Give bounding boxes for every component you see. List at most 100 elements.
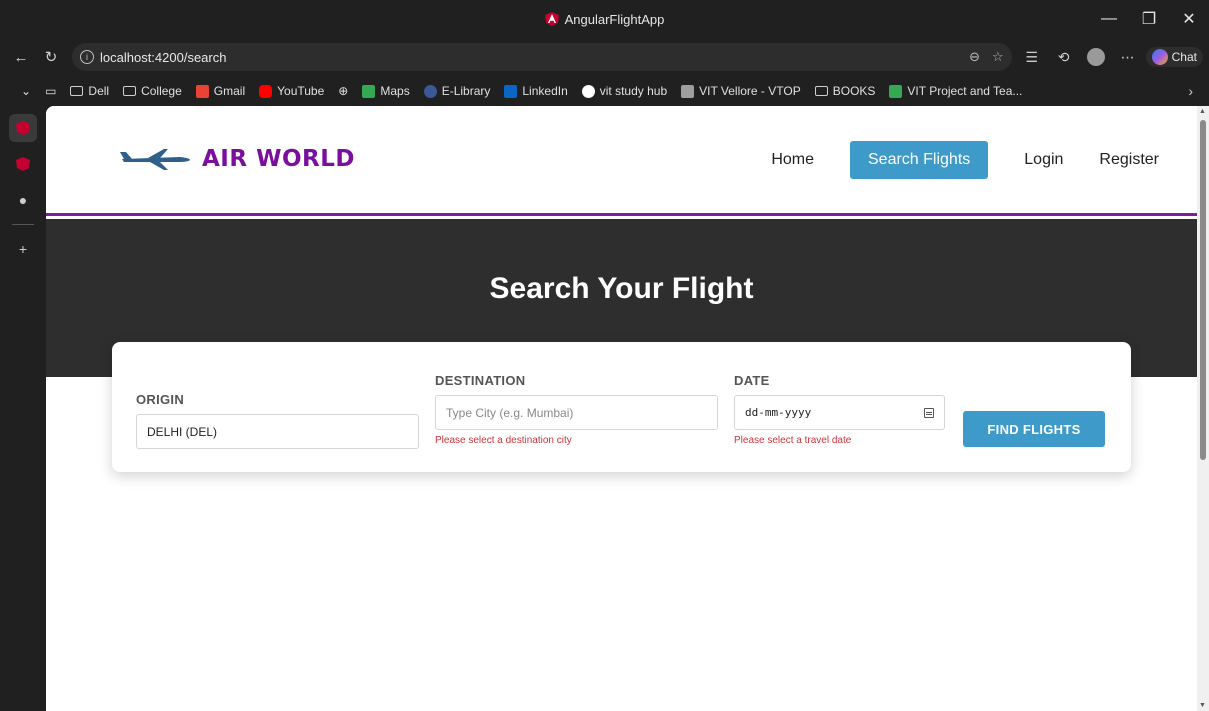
page-viewport: AIR WORLD Home Search Flights Login Regi… <box>46 106 1197 711</box>
youtube-icon <box>259 84 273 98</box>
bookmark-label: Gmail <box>213 84 246 98</box>
bookmark-label: vit study hub <box>599 84 668 98</box>
page-title: Search Your Flight <box>489 272 754 305</box>
bookmark-vtop[interactable]: VIT Vellore - VTOP <box>674 78 808 104</box>
globe-icon: ⊕ <box>338 84 349 98</box>
study-hub-icon <box>581 84 595 98</box>
github-icon: ● <box>18 192 28 208</box>
page-scrollbar[interactable]: ▲ ▼ <box>1197 106 1209 711</box>
chevron-right-icon[interactable]: › <box>1188 83 1193 99</box>
scroll-down-icon[interactable]: ▼ <box>1199 702 1206 709</box>
linkedin-icon <box>504 84 518 98</box>
vertical-tabs-sidebar: ● + <box>0 106 46 711</box>
new-tab-icon[interactable]: + <box>9 235 37 263</box>
bookmark-gmail[interactable]: Gmail <box>189 78 252 104</box>
workspaces-icon[interactable]: ▭ <box>38 78 63 104</box>
minimize-button[interactable]: — <box>1089 0 1129 38</box>
address-row: ← ↻ i localhost:4200/search ⊖ ☆ ☰ ⟲ ⋯ Ch… <box>0 38 1209 76</box>
bookmark-dell[interactable]: Dell <box>63 78 116 104</box>
bookmark-books[interactable]: BOOKS <box>808 78 883 104</box>
zoom-icon[interactable]: ⊖ <box>969 49 980 65</box>
date-label: DATE <box>734 373 770 388</box>
back-icon[interactable]: ← <box>6 42 36 72</box>
address-bar-actions: ⊖ ☆ <box>969 49 1004 65</box>
refresh-icon[interactable]: ↻ <box>36 42 66 72</box>
bookmark-label: YouTube <box>277 84 325 98</box>
window-title-text: AngularFlightApp <box>564 11 665 27</box>
origin-label: ORIGIN <box>136 392 185 407</box>
favorite-star-icon[interactable]: ☆ <box>992 49 1004 65</box>
date-placeholder: dd-mm-yyyy <box>745 406 812 419</box>
more-icon[interactable]: ⋯ <box>1114 43 1142 71</box>
bookmark-label: College <box>141 84 182 98</box>
folder-icon <box>814 86 828 96</box>
tab-actions-icon[interactable]: ⌄ <box>14 78 38 104</box>
bookmark-elibrary[interactable]: E-Library <box>417 78 498 104</box>
destination-label: DESTINATION <box>435 373 526 388</box>
address-bar[interactable]: i localhost:4200/search ⊖ ☆ <box>72 43 1012 71</box>
calendar-icon[interactable] <box>924 407 934 418</box>
folder-icon <box>123 86 137 96</box>
bookmark-globe[interactable]: ⊕ <box>331 78 355 104</box>
origin-input[interactable]: DELHI (DEL) <box>136 414 419 449</box>
search-form-card: ORIGIN DELHI (DEL) DESTINATION Type City… <box>112 342 1131 472</box>
nav-login[interactable]: Login <box>1006 141 1081 179</box>
tab-angular-app[interactable] <box>9 114 37 142</box>
bookmark-vit-study-hub[interactable]: vit study hub <box>575 78 674 104</box>
date-error: Please select a travel date <box>734 435 852 446</box>
site-info-icon[interactable]: i <box>80 50 94 64</box>
bookmark-youtube[interactable]: YouTube <box>252 78 331 104</box>
angular-tab-icon <box>16 157 30 171</box>
bookmark-label: BOOKS <box>832 84 876 98</box>
scroll-up-icon[interactable]: ▲ <box>1199 108 1206 115</box>
maps-icon <box>362 84 376 98</box>
bookmark-label: LinkedIn <box>522 84 568 98</box>
bookmark-label: VIT Project and Tea... <box>907 84 1023 98</box>
gmail-icon <box>195 84 209 98</box>
close-button[interactable]: ✕ <box>1169 0 1209 38</box>
bookmark-label: E-Library <box>441 84 491 98</box>
main-nav: Home Search Flights Login Register <box>753 141 1177 179</box>
window-controls: — ❐ ✕ <box>1089 0 1209 38</box>
bookmark-vit-project[interactable]: VIT Project and Tea... <box>882 78 1029 104</box>
date-field: DATE dd-mm-yyyy Please select a travel d… <box>734 373 945 446</box>
bookmark-linkedin[interactable]: LinkedIn <box>497 78 574 104</box>
favorites-icon[interactable]: ☰ <box>1018 43 1046 71</box>
browser-window: AngularFlightApp — ❐ ✕ ← ↻ i localhost:4… <box>0 0 1209 711</box>
destination-error: Please select a destination city <box>435 435 572 446</box>
copilot-icon <box>1151 49 1168 65</box>
date-input[interactable]: dd-mm-yyyy <box>734 395 945 430</box>
elibrary-icon <box>423 84 437 98</box>
sheets-icon <box>889 84 903 98</box>
nav-search-flights[interactable]: Search Flights <box>850 141 989 179</box>
tab-angular-app-2[interactable] <box>9 150 37 178</box>
avatar <box>1086 48 1105 66</box>
find-flights-button[interactable]: FIND FLIGHTS <box>963 411 1105 447</box>
folder-icon <box>70 86 84 96</box>
window-title: AngularFlightApp <box>544 11 665 27</box>
nav-register[interactable]: Register <box>1081 141 1177 179</box>
profile-icon[interactable] <box>1082 43 1110 71</box>
bookmark-label: Dell <box>88 84 110 98</box>
bookmark-label: VIT Vellore - VTOP <box>699 84 801 98</box>
bookmark-label: Maps <box>380 84 410 98</box>
history-icon[interactable]: ⟲ <box>1050 43 1078 71</box>
url-text[interactable]: localhost:4200/search <box>100 50 226 65</box>
bookmark-college[interactable]: College <box>116 78 189 104</box>
scrollbar-thumb[interactable] <box>1200 120 1206 460</box>
vtop-icon <box>681 84 695 98</box>
divider <box>12 224 34 225</box>
site-logo[interactable]: AIR WORLD <box>120 146 355 172</box>
tab-github[interactable]: ● <box>9 186 37 214</box>
brand-name: AIR WORLD <box>202 146 355 172</box>
chat-label: Chat <box>1171 50 1197 64</box>
angular-tab-icon <box>16 121 30 135</box>
restore-button[interactable]: ❐ <box>1129 0 1169 38</box>
nav-home[interactable]: Home <box>753 141 832 179</box>
angular-app-icon <box>544 12 559 26</box>
origin-field: ORIGIN DELHI (DEL) <box>136 392 419 449</box>
copilot-chat-button[interactable]: Chat <box>1145 47 1203 67</box>
destination-input[interactable]: Type City (e.g. Mumbai) <box>435 395 718 430</box>
bookmark-maps[interactable]: Maps <box>355 78 416 104</box>
bookmarks-bar: ⌄ ▭ Dell College Gmail YouTube ⊕ Maps E-… <box>0 76 1209 106</box>
